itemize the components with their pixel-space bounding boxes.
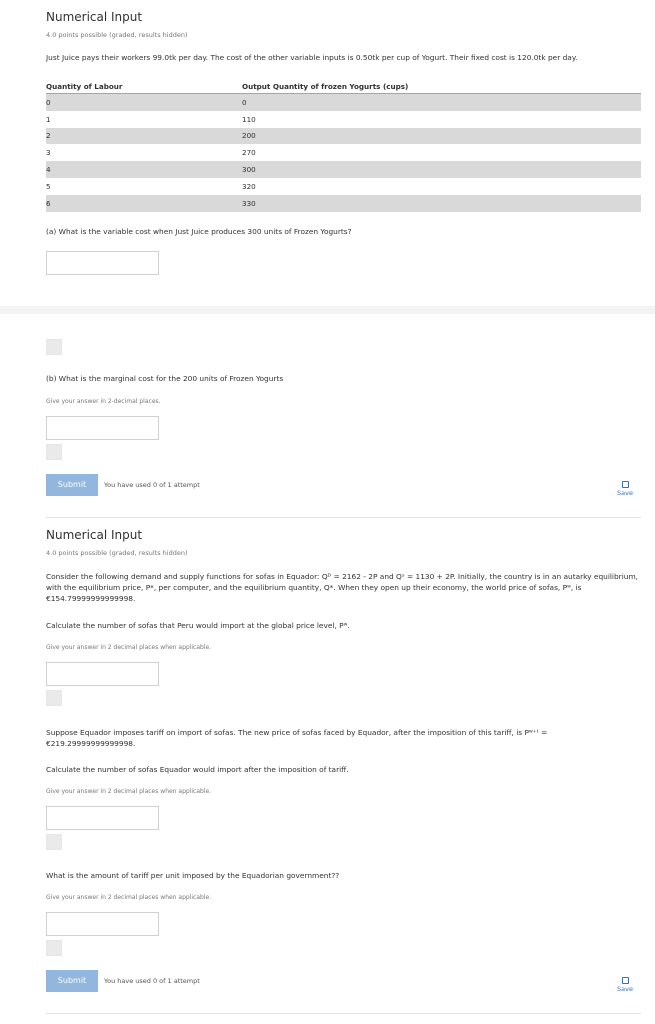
hint-2: Give your answer in 2 decimal places whe…: [46, 788, 212, 795]
question-1: Calculate the number of sofas that Peru …: [46, 621, 350, 630]
table-cell: 0: [46, 93, 242, 111]
question-3: What is the amount of tariff per unit im…: [46, 871, 340, 880]
table-cell: 200: [242, 127, 641, 145]
problem-title: Numerical Input: [46, 10, 143, 24]
table-cell: 300: [242, 161, 641, 178]
table-cell: 2: [46, 127, 242, 145]
table-cell: 6: [46, 194, 242, 212]
table-header-labour: Quantity of Labour: [46, 79, 242, 94]
status-indicator: [46, 690, 62, 706]
attempts-text: You have used 0 of 1 attempt: [104, 481, 200, 489]
status-indicator: [46, 940, 62, 956]
table-cell: 3: [46, 148, 51, 158]
save-button[interactable]: Save: [615, 481, 635, 497]
table-row: 2 200: [46, 127, 641, 145]
save-icon: [621, 481, 629, 488]
status-indicator: [46, 834, 62, 850]
table-header-output: Output Quantity of frozen Yogurts (cups): [242, 79, 641, 94]
table-cell: 1: [46, 114, 51, 124]
question-a: (a) What is the variable cost when Just …: [46, 227, 352, 236]
table-row: 00: [46, 93, 641, 111]
hint-3: Give your answer in 2 decimal places whe…: [46, 894, 212, 901]
table-cell: 5: [46, 181, 51, 191]
table-row: 5 320: [46, 178, 641, 195]
section-divider: [0, 306, 655, 314]
table-cell: 0: [242, 93, 641, 111]
problem-separator: [46, 517, 641, 518]
table-row: 4 300: [46, 161, 641, 178]
tariff-text: Suppose Equador imposes tariff on import…: [46, 728, 548, 748]
table-cell: 4: [46, 161, 242, 178]
table-cell: 110: [242, 114, 256, 124]
table-header-row: Quantity of Labour Output Quantity of fr…: [46, 79, 641, 94]
question-2: Calculate the number of sofas Equador wo…: [46, 765, 349, 774]
table-row: 6 330: [46, 194, 641, 212]
table-cell: 330: [242, 194, 641, 212]
problem-meta: 4.0 points possible (graded, results hid…: [46, 31, 188, 39]
table-cell: 320: [242, 181, 256, 191]
save-icon: [621, 977, 629, 984]
table-row: 1 110: [46, 111, 641, 128]
save-label: Save: [617, 489, 633, 497]
answer-2-input[interactable]: [46, 806, 159, 830]
problem-intro: Consider the following demand and supply…: [46, 572, 638, 603]
labour-output-table: Quantity of Labour Output Quantity of fr…: [46, 79, 641, 212]
answer-a-input[interactable]: [46, 251, 159, 275]
hint-b: Give your answer in 2-decimal places.: [46, 398, 161, 405]
submit-button[interactable]: Submit: [46, 474, 98, 496]
question-b: (b) What is the marginal cost for the 20…: [46, 374, 284, 383]
status-indicator: [46, 339, 62, 355]
problem-separator: [46, 1013, 641, 1014]
problem-title: Numerical Input: [46, 528, 143, 542]
table-cell: 270: [242, 148, 256, 158]
answer-3-input[interactable]: [46, 912, 159, 936]
problem-intro: Just Juice pays their workers 99.0tk per…: [46, 53, 578, 62]
save-button[interactable]: Save: [615, 977, 635, 993]
problem-meta: 4.0 points possible (graded, results hid…: [46, 549, 188, 557]
save-label: Save: [617, 985, 633, 993]
status-indicator: [46, 444, 62, 460]
attempts-text: You have used 0 of 1 attempt: [104, 977, 200, 985]
hint-1: Give your answer in 2 decimal places whe…: [46, 644, 212, 651]
table-row: 3 270: [46, 144, 641, 161]
answer-b-input[interactable]: [46, 416, 159, 440]
submit-button[interactable]: Submit: [46, 970, 98, 992]
answer-1-input[interactable]: [46, 662, 159, 686]
